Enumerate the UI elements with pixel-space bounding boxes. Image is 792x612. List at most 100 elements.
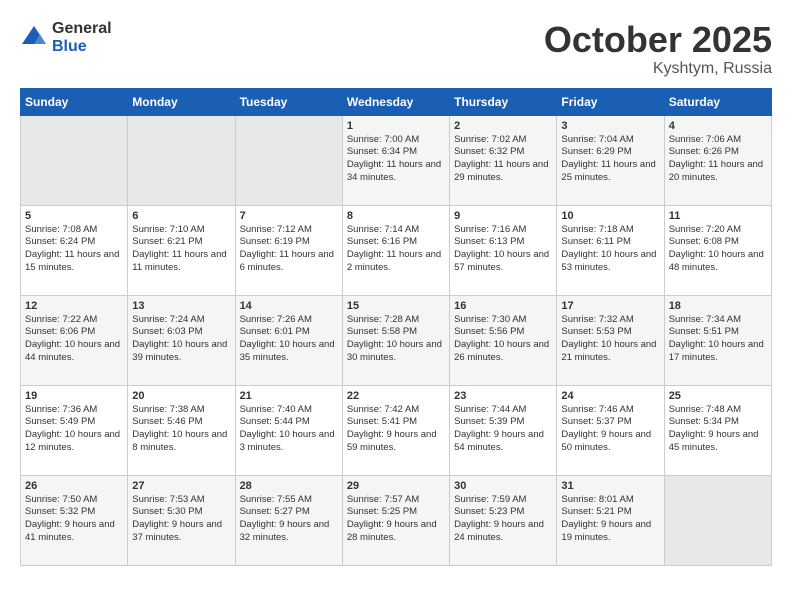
day-info: Sunrise: 7:36 AMSunset: 5:49 PMDaylight:… <box>25 404 123 455</box>
calendar-cell: 5 Sunrise: 7:08 AMSunset: 6:24 PMDayligh… <box>21 205 128 295</box>
day-number: 25 <box>669 390 767 402</box>
day-info: Sunrise: 7:53 AMSunset: 5:30 PMDaylight:… <box>132 494 230 545</box>
calendar-cell: 20 Sunrise: 7:38 AMSunset: 5:46 PMDaylig… <box>128 385 235 475</box>
calendar-cell: 6 Sunrise: 7:10 AMSunset: 6:21 PMDayligh… <box>128 205 235 295</box>
day-info: Sunrise: 7:44 AMSunset: 5:39 PMDaylight:… <box>454 404 552 455</box>
day-number: 9 <box>454 210 552 222</box>
calendar-cell: 21 Sunrise: 7:40 AMSunset: 5:44 PMDaylig… <box>235 385 342 475</box>
logo-icon <box>20 24 48 52</box>
calendar-cell: 24 Sunrise: 7:46 AMSunset: 5:37 PMDaylig… <box>557 385 664 475</box>
calendar-cell: 14 Sunrise: 7:26 AMSunset: 6:01 PMDaylig… <box>235 295 342 385</box>
month-title: October 2025 <box>544 20 772 60</box>
day-number: 8 <box>347 210 445 222</box>
day-info: Sunrise: 7:12 AMSunset: 6:19 PMDaylight:… <box>240 224 338 275</box>
day-number: 31 <box>561 480 659 492</box>
day-number: 18 <box>669 300 767 312</box>
day-number: 16 <box>454 300 552 312</box>
calendar-cell: 12 Sunrise: 7:22 AMSunset: 6:06 PMDaylig… <box>21 295 128 385</box>
day-info: Sunrise: 7:50 AMSunset: 5:32 PMDaylight:… <box>25 494 123 545</box>
day-number: 13 <box>132 300 230 312</box>
day-info: Sunrise: 7:32 AMSunset: 5:53 PMDaylight:… <box>561 314 659 365</box>
day-info: Sunrise: 8:01 AMSunset: 5:21 PMDaylight:… <box>561 494 659 545</box>
day-number: 17 <box>561 300 659 312</box>
day-info: Sunrise: 7:48 AMSunset: 5:34 PMDaylight:… <box>669 404 767 455</box>
day-info: Sunrise: 7:57 AMSunset: 5:25 PMDaylight:… <box>347 494 445 545</box>
day-number: 4 <box>669 120 767 132</box>
logo-general: General <box>52 20 112 38</box>
day-number: 15 <box>347 300 445 312</box>
day-number: 30 <box>454 480 552 492</box>
day-number: 19 <box>25 390 123 402</box>
day-info: Sunrise: 7:26 AMSunset: 6:01 PMDaylight:… <box>240 314 338 365</box>
day-info: Sunrise: 7:24 AMSunset: 6:03 PMDaylight:… <box>132 314 230 365</box>
header-tuesday: Tuesday <box>235 88 342 115</box>
calendar-table: SundayMondayTuesdayWednesdayThursdayFrid… <box>20 88 772 566</box>
day-info: Sunrise: 7:16 AMSunset: 6:13 PMDaylight:… <box>454 224 552 275</box>
day-info: Sunrise: 7:28 AMSunset: 5:58 PMDaylight:… <box>347 314 445 365</box>
day-number: 29 <box>347 480 445 492</box>
calendar-cell: 1 Sunrise: 7:00 AMSunset: 6:34 PMDayligh… <box>342 115 449 205</box>
day-number: 14 <box>240 300 338 312</box>
calendar-cell: 11 Sunrise: 7:20 AMSunset: 6:08 PMDaylig… <box>664 205 771 295</box>
day-info: Sunrise: 7:34 AMSunset: 5:51 PMDaylight:… <box>669 314 767 365</box>
day-number: 11 <box>669 210 767 222</box>
day-number: 26 <box>25 480 123 492</box>
calendar-cell: 30 Sunrise: 7:59 AMSunset: 5:23 PMDaylig… <box>450 475 557 565</box>
calendar-cell: 3 Sunrise: 7:04 AMSunset: 6:29 PMDayligh… <box>557 115 664 205</box>
header-friday: Friday <box>557 88 664 115</box>
calendar-cell <box>21 115 128 205</box>
day-info: Sunrise: 7:08 AMSunset: 6:24 PMDaylight:… <box>25 224 123 275</box>
calendar-cell: 7 Sunrise: 7:12 AMSunset: 6:19 PMDayligh… <box>235 205 342 295</box>
day-number: 27 <box>132 480 230 492</box>
calendar-cell <box>235 115 342 205</box>
header-sunday: Sunday <box>21 88 128 115</box>
day-number: 3 <box>561 120 659 132</box>
day-info: Sunrise: 7:59 AMSunset: 5:23 PMDaylight:… <box>454 494 552 545</box>
calendar-row: 1 Sunrise: 7:00 AMSunset: 6:34 PMDayligh… <box>21 115 772 205</box>
calendar-cell <box>664 475 771 565</box>
calendar-cell: 29 Sunrise: 7:57 AMSunset: 5:25 PMDaylig… <box>342 475 449 565</box>
header-wednesday: Wednesday <box>342 88 449 115</box>
day-number: 28 <box>240 480 338 492</box>
logo-text: General Blue <box>52 20 112 55</box>
day-info: Sunrise: 7:00 AMSunset: 6:34 PMDaylight:… <box>347 134 445 185</box>
day-number: 12 <box>25 300 123 312</box>
calendar-cell: 8 Sunrise: 7:14 AMSunset: 6:16 PMDayligh… <box>342 205 449 295</box>
day-info: Sunrise: 7:22 AMSunset: 6:06 PMDaylight:… <box>25 314 123 365</box>
day-number: 1 <box>347 120 445 132</box>
day-number: 22 <box>347 390 445 402</box>
day-info: Sunrise: 7:02 AMSunset: 6:32 PMDaylight:… <box>454 134 552 185</box>
calendar-cell: 26 Sunrise: 7:50 AMSunset: 5:32 PMDaylig… <box>21 475 128 565</box>
calendar-cell: 9 Sunrise: 7:16 AMSunset: 6:13 PMDayligh… <box>450 205 557 295</box>
location: Kyshtym, Russia <box>544 60 772 78</box>
calendar-row: 19 Sunrise: 7:36 AMSunset: 5:49 PMDaylig… <box>21 385 772 475</box>
calendar-cell <box>128 115 235 205</box>
logo: General Blue <box>20 20 112 55</box>
day-info: Sunrise: 7:40 AMSunset: 5:44 PMDaylight:… <box>240 404 338 455</box>
day-info: Sunrise: 7:20 AMSunset: 6:08 PMDaylight:… <box>669 224 767 275</box>
header-saturday: Saturday <box>664 88 771 115</box>
calendar-cell: 28 Sunrise: 7:55 AMSunset: 5:27 PMDaylig… <box>235 475 342 565</box>
calendar-cell: 17 Sunrise: 7:32 AMSunset: 5:53 PMDaylig… <box>557 295 664 385</box>
day-number: 23 <box>454 390 552 402</box>
calendar-cell: 10 Sunrise: 7:18 AMSunset: 6:11 PMDaylig… <box>557 205 664 295</box>
day-info: Sunrise: 7:42 AMSunset: 5:41 PMDaylight:… <box>347 404 445 455</box>
calendar-row: 5 Sunrise: 7:08 AMSunset: 6:24 PMDayligh… <box>21 205 772 295</box>
day-number: 10 <box>561 210 659 222</box>
title-block: October 2025 Kyshtym, Russia <box>544 20 772 78</box>
calendar-cell: 22 Sunrise: 7:42 AMSunset: 5:41 PMDaylig… <box>342 385 449 475</box>
day-info: Sunrise: 7:30 AMSunset: 5:56 PMDaylight:… <box>454 314 552 365</box>
calendar-header-row: SundayMondayTuesdayWednesdayThursdayFrid… <box>21 88 772 115</box>
calendar-cell: 2 Sunrise: 7:02 AMSunset: 6:32 PMDayligh… <box>450 115 557 205</box>
calendar-cell: 16 Sunrise: 7:30 AMSunset: 5:56 PMDaylig… <box>450 295 557 385</box>
calendar-cell: 25 Sunrise: 7:48 AMSunset: 5:34 PMDaylig… <box>664 385 771 475</box>
day-number: 2 <box>454 120 552 132</box>
page-header: General Blue October 2025 Kyshtym, Russi… <box>20 20 772 78</box>
day-number: 7 <box>240 210 338 222</box>
day-info: Sunrise: 7:55 AMSunset: 5:27 PMDaylight:… <box>240 494 338 545</box>
calendar-cell: 15 Sunrise: 7:28 AMSunset: 5:58 PMDaylig… <box>342 295 449 385</box>
day-number: 20 <box>132 390 230 402</box>
calendar-cell: 27 Sunrise: 7:53 AMSunset: 5:30 PMDaylig… <box>128 475 235 565</box>
day-info: Sunrise: 7:14 AMSunset: 6:16 PMDaylight:… <box>347 224 445 275</box>
calendar-row: 12 Sunrise: 7:22 AMSunset: 6:06 PMDaylig… <box>21 295 772 385</box>
